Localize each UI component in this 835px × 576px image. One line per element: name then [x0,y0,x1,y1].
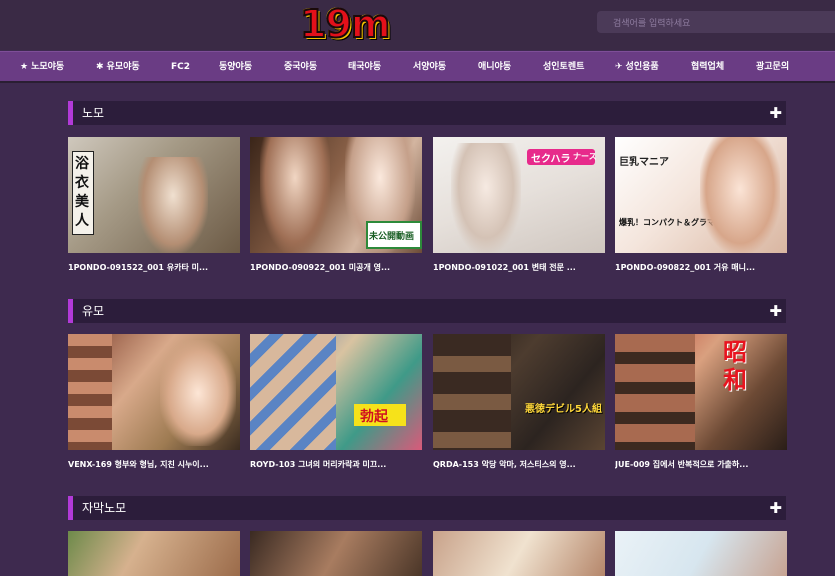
nav-item-thai[interactable]: 태국야동 [348,52,381,82]
main-nav: ★ 노모야동 ✱ 유모야동 FC2 동양야동 중국야동 태국야동 서양야동 애니야동… [0,51,835,83]
nav-item-asian[interactable]: 동양야동 [219,52,252,82]
video-title[interactable]: JUE-009 집에서 반복적으로 가출하... [615,459,787,470]
site-header: 19m [0,0,835,50]
video-title[interactable]: 1PONDO-091022_001 변태 전문 ... [433,262,605,273]
video-thumbnail[interactable]: 巨乳マニア 爆乳！コンパクト＆グラマー [615,137,787,253]
video-thumbnail[interactable] [615,531,787,576]
section-title: 노모 [82,106,105,120]
search-box[interactable] [597,11,835,35]
thumb-text: 昭和 [723,338,747,394]
plus-icon[interactable]: ✚ [769,299,782,323]
video-title[interactable]: 1PONDO-090822_001 거유 매니... [615,262,787,273]
toy-icon: ✈ [615,62,623,72]
thumb-text: 巨乳マニア [619,157,669,168]
section-title: 유모 [82,304,105,318]
video-title[interactable]: QRDA-153 악당 악마, 저스티스의 영... [433,459,605,470]
plus-icon[interactable]: ✚ [769,101,782,125]
video-title[interactable]: ROYD-103 그녀의 머리카락과 미끄... [250,459,422,470]
nav-item-goods[interactable]: ✈ 성인용품 [615,52,659,82]
video-thumbnail[interactable]: 悪徳デビル5人組 [433,334,605,450]
search-input[interactable] [597,13,835,35]
site-logo[interactable]: 19m [299,1,392,47]
plus-icon[interactable]: ✚ [769,496,782,520]
nav-item-china[interactable]: 중국야동 [284,52,317,82]
thumb-text: 悪徳デビル5人組 [525,404,602,415]
nav-item-nomo[interactable]: ★ 노모야동 [20,52,64,82]
video-thumbnail[interactable]: 昭和 [615,334,787,450]
video-thumbnail[interactable]: 未公開動画 [250,137,422,253]
section-header-yumo: 유모 ✚ [68,299,786,323]
video-thumbnail[interactable]: セクハラ ナース [433,137,605,253]
section-header-subtitle-nomo: 자막노모 ✚ [68,496,786,520]
nav-item-torrent[interactable]: 성인토렌트 [543,52,584,82]
video-title[interactable]: VENX-169 형부와 형님, 지친 시누이... [68,459,240,470]
star-icon: ★ [20,62,29,72]
video-title[interactable]: 1PONDO-091522_001 유카타 미... [68,262,240,273]
section-header-nomo: 노모 ✚ [68,101,786,125]
thumb-text: 勃起 [360,409,388,425]
video-thumbnail[interactable]: 浴衣美人 [68,137,240,253]
video-thumbnail[interactable] [433,531,605,576]
nav-item-fc2[interactable]: FC2 [171,52,190,82]
nav-item-partners[interactable]: 협력업체 [691,52,724,82]
video-thumbnail[interactable] [68,531,240,576]
gear-icon: ✱ [96,62,104,72]
thumb-text: 未公開動画 [369,232,415,242]
nav-item-yumo[interactable]: ✱ 유모야동 [96,52,140,82]
nav-item-ads[interactable]: 광고문의 [756,52,789,82]
thumb-text: 浴衣美人 [75,156,89,229]
thumb-text: セクハラ [531,154,571,165]
video-title[interactable]: 1PONDO-090922_001 미공개 영... [250,262,422,273]
nav-item-anime[interactable]: 애니야동 [478,52,511,82]
nav-item-western[interactable]: 서양야동 [413,52,446,82]
video-thumbnail[interactable] [250,531,422,576]
video-thumbnail[interactable] [68,334,240,450]
section-title: 자막노모 [82,501,127,515]
thumb-text: ナース [573,152,597,161]
video-thumbnail[interactable]: 勃起 [250,334,422,450]
